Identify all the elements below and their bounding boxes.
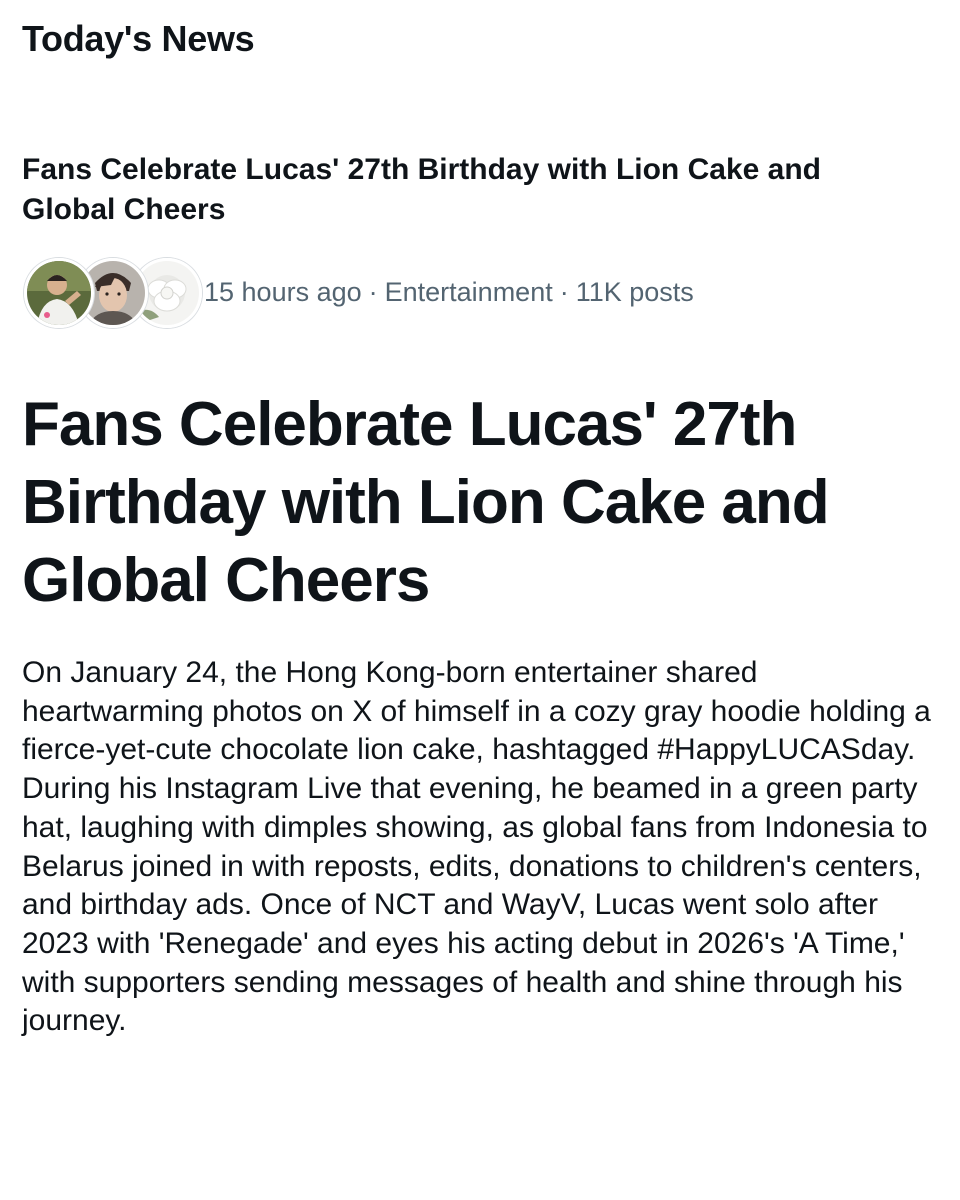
news-page: Today's News Fans Celebrate Lucas' 27th … <box>0 0 960 1200</box>
article-body: On January 24, the Hong Kong-born entert… <box>22 656 931 1038</box>
trend-meta: 15 hours ago · Entertainment · 11K posts <box>204 277 694 308</box>
trend-category[interactable]: Entertainment <box>385 277 553 307</box>
article-title: Fans Celebrate Lucas' 27th Birthday with… <box>22 390 830 615</box>
trend-meta-row: 15 hours ago · Entertainment · 11K posts <box>22 256 694 328</box>
meta-separator: · <box>559 276 569 307</box>
trend-post-count[interactable]: 11K posts <box>576 277 694 307</box>
avatar-stack[interactable] <box>22 256 202 328</box>
trend-time: 15 hours ago <box>204 276 362 307</box>
avatar-photo-man-icon <box>24 258 94 328</box>
meta-separator: · <box>368 276 378 307</box>
page-title: Today's News <box>22 18 255 59</box>
trend-headline[interactable]: Fans Celebrate Lucas' 27th Birthday with… <box>22 150 922 230</box>
